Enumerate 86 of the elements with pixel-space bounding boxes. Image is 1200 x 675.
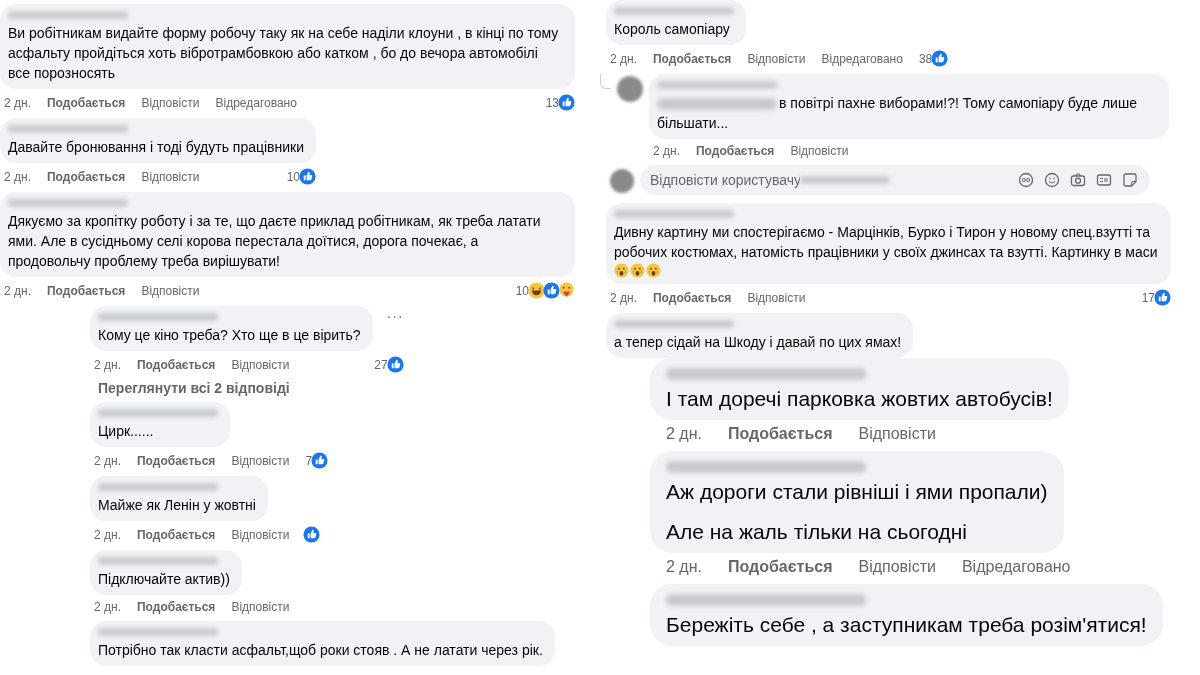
reply-link[interactable]: Відповісти (747, 51, 806, 66)
comment-text: Ви робітникам видайте форму робочу таку як на себе наділи клоуни , в кінці по тому асфальту пройдіться хоть вібротрамбовкою або катком , бо до вечора автомобілі все порозносять (8, 24, 560, 83)
like-icon[interactable] (1154, 289, 1171, 306)
like-link[interactable]: Подобається (653, 51, 732, 66)
reaction-count: 10 (515, 283, 529, 298)
reply-link[interactable]: Відповісти (858, 558, 936, 576)
reaction-count: 10 (286, 169, 301, 184)
like-link[interactable]: Подобається (696, 144, 775, 158)
reaction-count: 17 (1141, 290, 1155, 305)
comment-time[interactable]: 2 дн. (4, 283, 31, 298)
emoji-icon[interactable] (1044, 172, 1060, 188)
reply-link[interactable]: Відповісти (231, 600, 290, 614)
emoji-icon (614, 263, 629, 278)
reply-link[interactable]: Відповісти (141, 169, 200, 184)
like-link[interactable]: Подобається (47, 283, 126, 298)
laughing-face-icon[interactable] (528, 282, 545, 299)
comment-time[interactable]: 2 дн. (4, 95, 31, 110)
reply-link[interactable]: Відповісти (858, 425, 936, 443)
comment-text: Потрібно так класти асфальт,щоб роки стояв . А не латати через рік. (98, 641, 543, 660)
like-icon[interactable] (543, 282, 560, 299)
comment-time[interactable]: 2 дн. (94, 527, 121, 542)
comment-text: Дивну картину ми спостерігаємо - Марцінків, Бурко і Тирон у новому спец.взутті та робочих костюмах, натомість працівники у своїх джинсах та взутті. Картинку в маси (614, 223, 1159, 262)
hugging-face-icon[interactable] (558, 282, 575, 299)
avatar-sticker-icon[interactable] (1018, 172, 1034, 188)
like-link[interactable]: Подобається (727, 425, 833, 443)
like-link[interactable]: Подобається (137, 357, 216, 372)
comment-time[interactable]: 2 дн. (94, 453, 121, 468)
comment-text: Підключайте актив)) (98, 570, 230, 589)
like-link[interactable]: Подобається (47, 169, 126, 184)
like-link[interactable]: Подобається (137, 527, 216, 542)
comment-text: Король самопіару (614, 20, 731, 39)
reaction-count: 38 (918, 51, 933, 66)
comment-text: Аж дороги стали рівніші і ями пропали) (666, 479, 1048, 505)
gif-icon[interactable] (1096, 172, 1112, 188)
like-icon[interactable] (311, 452, 329, 469)
like-icon[interactable] (931, 50, 949, 67)
comment-time[interactable]: 2 дн. (94, 600, 121, 614)
comment-text: а тепер сідай на Шкоду і давай по цих ямах! (614, 333, 902, 352)
reply-link[interactable]: Відповісти (231, 453, 290, 468)
comment-text: Дякуємо за кропітку роботу і за те, що даєте приклад робітникам, як треба латати ями. Але в сусідньому селі корова перестала доїтися, дорога почекає, а продовольчу проблему треба вирішувати! (8, 212, 542, 271)
comment-text: Бережіть себе , а заступникам треба розім'ятися! (666, 612, 1147, 638)
reply-link[interactable]: Відповісти (790, 144, 849, 158)
like-link[interactable]: Подобається (727, 558, 833, 576)
comment-text: Майже як Ленін у жовтні (98, 496, 256, 515)
edited-label: Відредаговано (821, 51, 903, 66)
avatar (610, 169, 634, 193)
like-link[interactable]: Подобається (137, 453, 216, 468)
comment-text: Давайте бронювання і тоді будуть працівники (8, 138, 305, 157)
comment-text: в повітрі пахне виборами!?! Тому самопіару буде лише більшати... (657, 94, 1138, 133)
emoji-icon (630, 263, 645, 278)
reaction-count: 7 (305, 453, 313, 468)
edited-label: Відредаговано (961, 558, 1071, 576)
comment-time[interactable]: 2 дн. (653, 144, 680, 158)
comment-time[interactable]: 2 дн. (666, 558, 702, 576)
comment-time[interactable]: 2 дн. (610, 290, 637, 305)
like-link[interactable]: Подобається (137, 600, 216, 614)
comment-time[interactable]: 2 дн. (94, 357, 121, 372)
reply-link[interactable]: Відповісти (231, 357, 290, 372)
sticker-icon[interactable] (1122, 172, 1138, 188)
thread-line (600, 74, 611, 89)
comment-time[interactable]: 2 дн. (610, 51, 637, 66)
like-icon[interactable] (386, 356, 404, 373)
reaction-count: 27 (374, 357, 388, 372)
more-options[interactable]: ··· (386, 306, 404, 324)
comment-text: І там доречі парковка жовтих автобусів! (666, 386, 1053, 412)
like-link[interactable]: Подобається (653, 290, 732, 305)
like-icon[interactable] (299, 168, 317, 185)
avatar[interactable] (617, 76, 643, 102)
comment-text: Але на жаль тільки на сьогодні (666, 519, 969, 545)
comment-text: Цирк...... (98, 422, 155, 441)
camera-icon[interactable] (1070, 172, 1086, 188)
like-icon[interactable] (303, 526, 321, 543)
reaction-count: 13 (545, 95, 559, 110)
like-link[interactable]: Подобається (47, 95, 126, 110)
like-icon[interactable] (558, 94, 575, 111)
edited-label: Відредаговано (215, 95, 297, 110)
view-replies-link[interactable]: Переглянути всі 2 відповіді (98, 380, 290, 396)
reply-link[interactable]: Відповісти (141, 95, 200, 110)
comment-time[interactable]: 2 дн. (666, 425, 702, 443)
reply-link[interactable]: Відповісти (747, 290, 806, 305)
comment-time[interactable]: 2 дн. (4, 169, 31, 184)
reply-link[interactable]: Відповісти (231, 527, 290, 542)
reply-link[interactable]: Відповісти (141, 283, 200, 298)
reply-field[interactable]: Відповісти користувачу (650, 172, 800, 188)
emoji-icon (646, 263, 661, 278)
comment-text: Кому це кіно треба? Хто ще в це вірить? (98, 326, 361, 345)
